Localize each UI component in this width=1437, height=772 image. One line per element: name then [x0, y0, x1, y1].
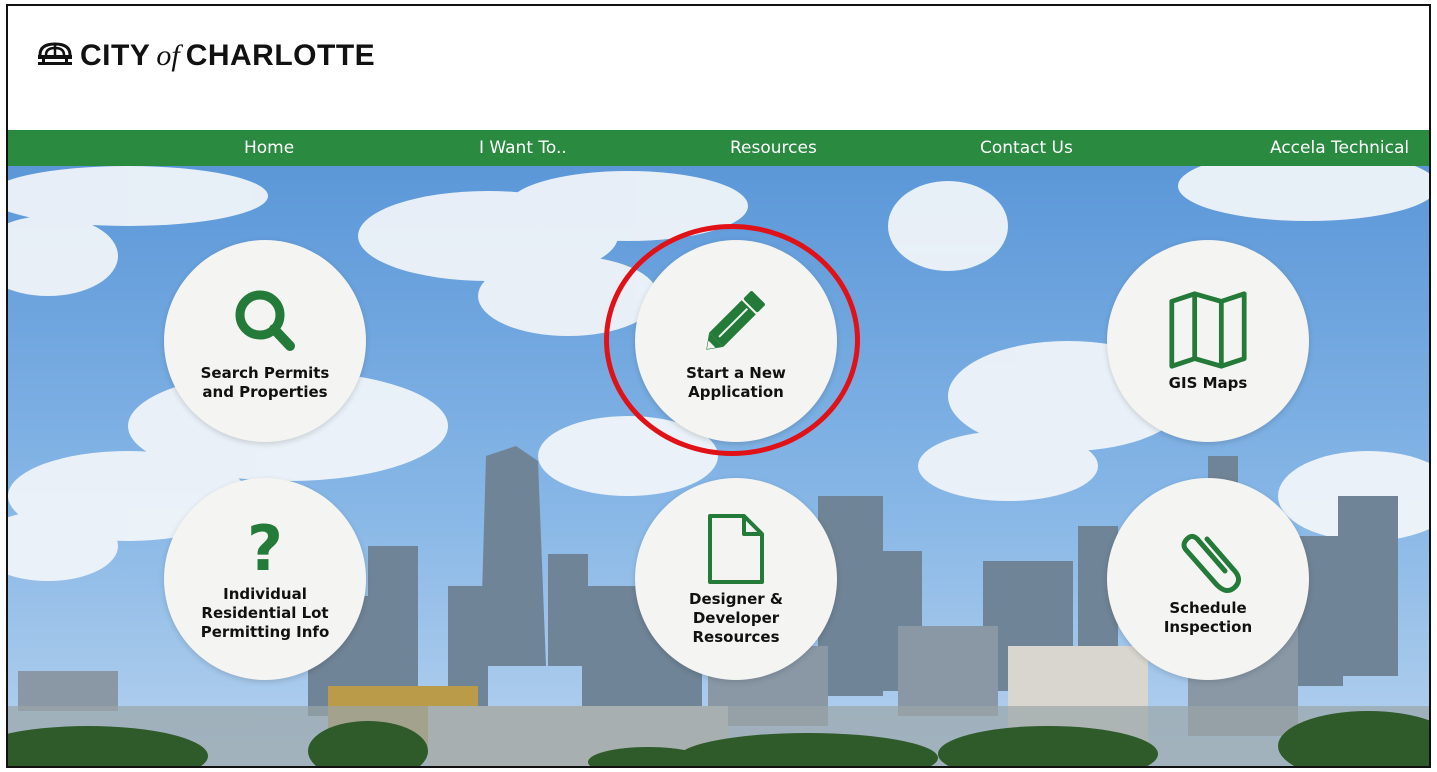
tile-designer-developer[interactable]: Designer & Developer Resources [635, 478, 837, 680]
logo-charlotte-text: CHARLOTTE [185, 39, 376, 72]
nav-resources[interactable]: Resources [730, 130, 817, 166]
browser-frame: CITY of CHARLOTTE Home I Want To.. Resou… [6, 4, 1431, 768]
search-icon [225, 280, 305, 360]
tile-gis-maps[interactable]: GIS Maps [1107, 240, 1309, 442]
tile-label: Schedule Inspection [1163, 599, 1253, 636]
question-icon: ? [247, 511, 283, 585]
map-icon [1168, 290, 1248, 370]
pencil-icon [696, 280, 776, 360]
tile-individual-residential-lot[interactable]: ? Individual Residential Lot Permitting … [164, 478, 366, 680]
logo-city-text: CITY [80, 39, 151, 72]
tile-label: GIS Maps [1168, 373, 1248, 392]
nav-home[interactable]: Home [244, 130, 294, 166]
tile-label: Start a New Application [686, 364, 786, 401]
site-header: CITY of CHARLOTTE [8, 6, 1429, 130]
tile-start-new-application[interactable]: Start a New Application [635, 240, 837, 442]
tile-label: Search Permits and Properties [200, 364, 330, 401]
tile-search-permits[interactable]: Search Permits and Properties [164, 240, 366, 442]
tile-schedule-inspection[interactable]: Schedule Inspection [1107, 478, 1309, 680]
tile-label: Designer & Developer Resources [689, 589, 783, 646]
nav-accela-technical[interactable]: Accela Technical [1270, 130, 1409, 166]
crown-icon [38, 42, 72, 65]
tile-label: Individual Residential Lot Permitting In… [200, 584, 330, 641]
main-nav: Home I Want To.. Resources Contact Us Ac… [8, 130, 1429, 166]
logo-of-text: of [156, 39, 180, 72]
nav-i-want-to[interactable]: I Want To.. [479, 130, 567, 166]
document-icon [696, 512, 776, 586]
hero-banner: Search Permits and Properties Start a Ne… [8, 166, 1429, 766]
paperclip-icon [1168, 521, 1248, 595]
city-logo[interactable]: CITY of CHARLOTTE [36, 34, 375, 78]
nav-contact-us[interactable]: Contact Us [980, 130, 1073, 166]
